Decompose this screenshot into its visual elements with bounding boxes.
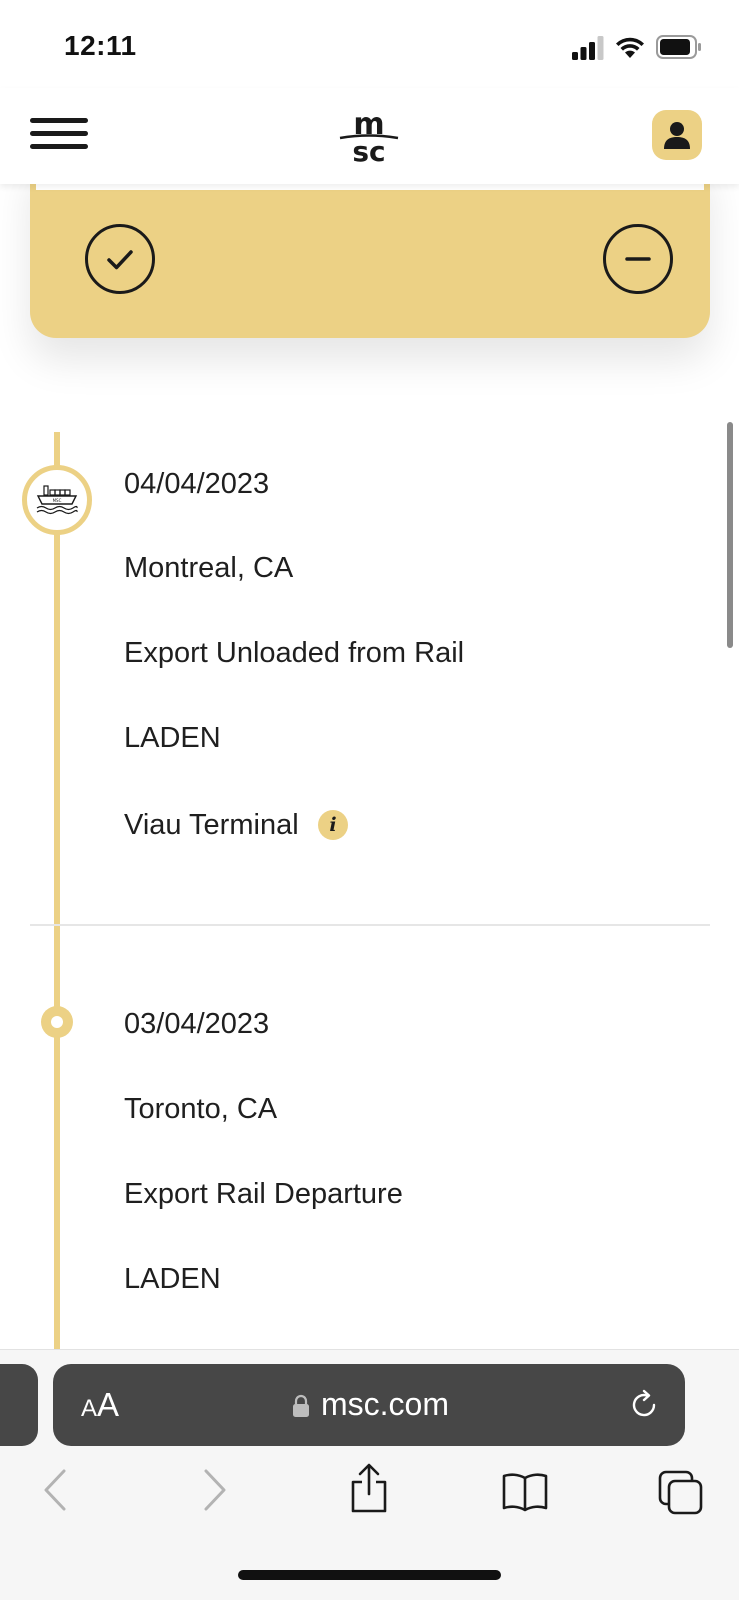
- address-bar[interactable]: AA msc.com: [53, 1364, 685, 1446]
- event-date: 03/04/2023: [124, 1008, 270, 1040]
- event-location: Montreal, CA: [124, 552, 294, 584]
- lock-icon: [293, 1394, 309, 1417]
- svg-text:sc: sc: [352, 135, 385, 164]
- reload-icon[interactable]: [627, 1388, 661, 1422]
- cellular-signal-icon: [572, 36, 604, 60]
- url-text: msc.com: [321, 1386, 449, 1422]
- check-button[interactable]: [85, 224, 155, 294]
- timeline-line: [54, 432, 60, 1350]
- status-bar: 12:11: [0, 0, 739, 88]
- event-status: LADEN: [124, 722, 221, 754]
- forward-icon[interactable]: [200, 1468, 230, 1512]
- text-size-button[interactable]: AA: [81, 1386, 119, 1424]
- event-date: 04/04/2023: [124, 468, 270, 500]
- svg-text:MSC: MSC: [53, 498, 62, 503]
- profile-button[interactable]: [652, 110, 702, 160]
- event-facility: Viau Terminal: [124, 809, 299, 841]
- wifi-icon: [616, 37, 644, 58]
- event-location: Toronto, CA: [124, 1093, 278, 1125]
- minus-icon: [625, 257, 651, 261]
- browser-toolbar: AA msc.com: [0, 1349, 739, 1600]
- previous-tab-preview[interactable]: [0, 1364, 38, 1446]
- user-icon: [664, 122, 690, 149]
- event-description: Export Unloaded from Rail: [124, 637, 465, 669]
- event-status: LADEN: [124, 1263, 221, 1295]
- home-indicator[interactable]: [238, 1570, 501, 1580]
- ship-icon: MSC: [36, 485, 78, 515]
- check-icon: [107, 250, 133, 270]
- timeline-node-ship: MSC: [22, 465, 92, 535]
- event-divider: [30, 924, 710, 926]
- info-icon[interactable]: i: [318, 810, 348, 840]
- event-description: Export Rail Departure: [124, 1178, 403, 1210]
- back-icon[interactable]: [40, 1468, 70, 1512]
- collapse-button[interactable]: [603, 224, 673, 294]
- battery-icon: [656, 35, 701, 59]
- timeline-node-dot: [41, 1006, 73, 1038]
- share-icon[interactable]: [348, 1462, 390, 1514]
- hamburger-menu-icon[interactable]: [30, 118, 88, 154]
- status-time: 12:11: [64, 30, 137, 61]
- tabs-icon[interactable]: [658, 1470, 704, 1516]
- app-header: m sc: [0, 88, 739, 184]
- msc-logo: m sc: [339, 108, 399, 164]
- bookmarks-icon[interactable]: [501, 1472, 549, 1512]
- scrollbar[interactable]: [727, 422, 733, 648]
